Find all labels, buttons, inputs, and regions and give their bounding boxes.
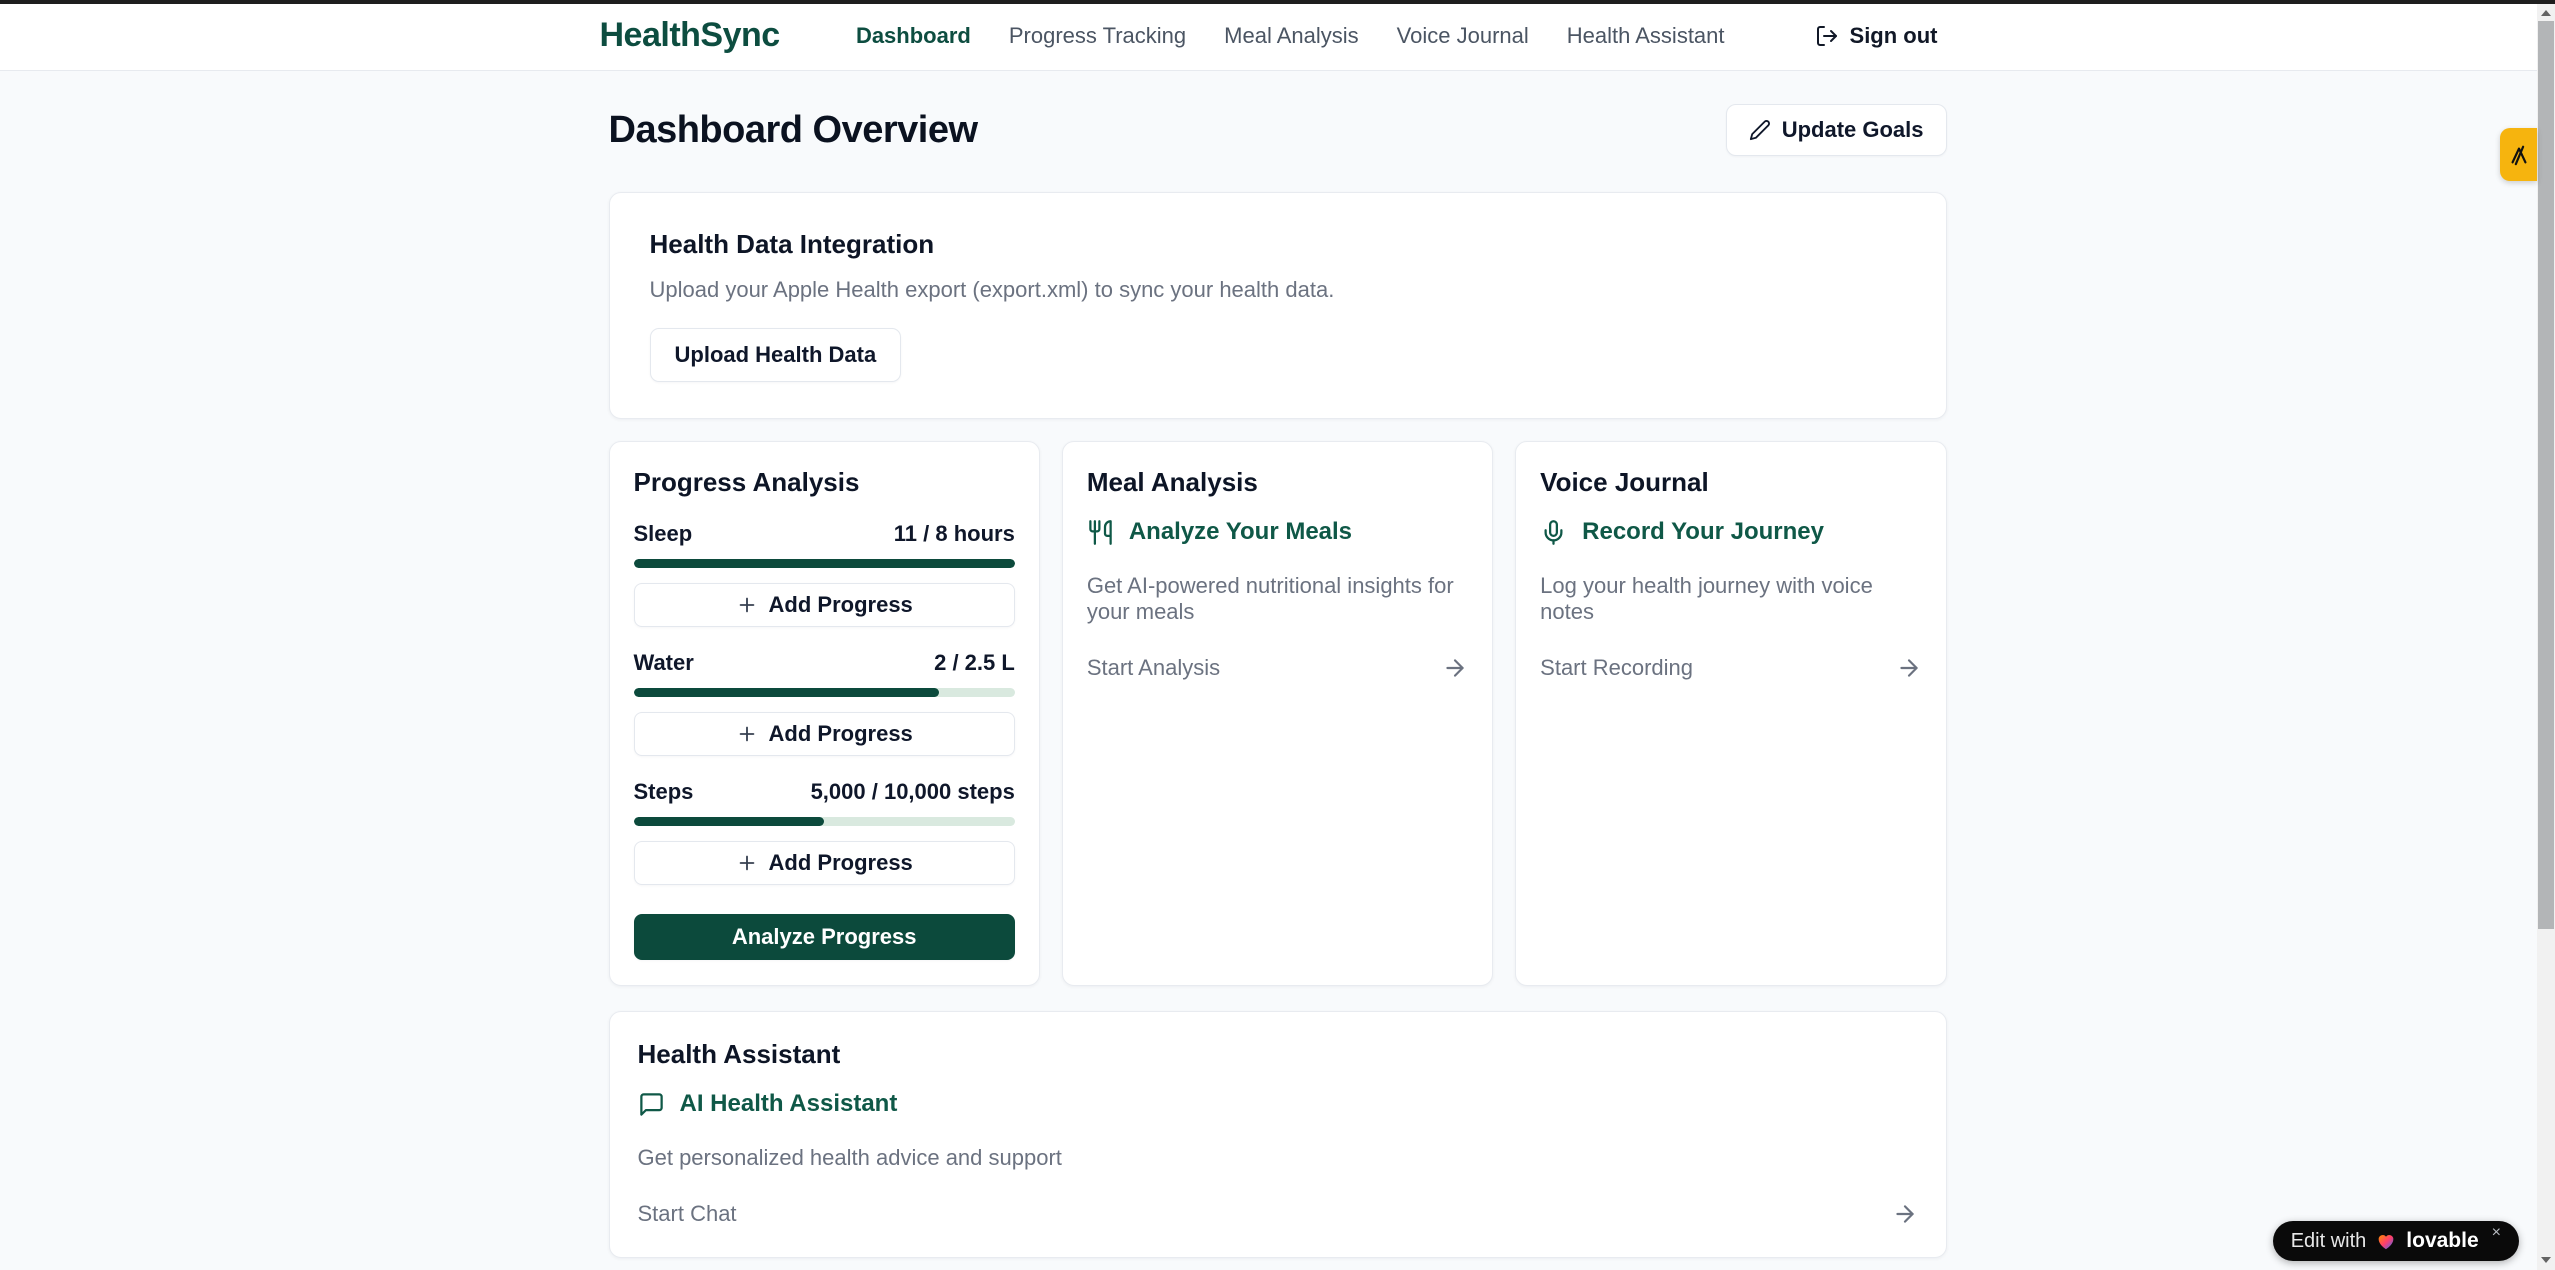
pencil-icon bbox=[1749, 119, 1771, 141]
update-goals-label: Update Goals bbox=[1782, 117, 1924, 143]
add-progress-label: Add Progress bbox=[769, 721, 913, 747]
app-logo: HealthSync bbox=[600, 16, 780, 55]
progress-analysis-title: Progress Analysis bbox=[634, 467, 1015, 498]
arrow-right-icon bbox=[1442, 655, 1468, 681]
water-progress-fill bbox=[634, 688, 939, 697]
vertical-scrollbar[interactable] bbox=[2537, 0, 2555, 1270]
steps-label: Steps bbox=[634, 779, 694, 805]
add-progress-sleep-button[interactable]: Add Progress bbox=[634, 583, 1015, 627]
sign-out-label: Sign out bbox=[1850, 23, 1938, 49]
scrollbar-thumb[interactable] bbox=[2538, 21, 2554, 929]
start-chat-label: Start Chat bbox=[638, 1201, 737, 1227]
lovable-sidebar-badge[interactable] bbox=[2500, 128, 2537, 181]
sleep-value: 11 / 8 hours bbox=[894, 521, 1015, 547]
scroll-down-arrow-icon[interactable] bbox=[2537, 1251, 2555, 1268]
nav-voice-journal[interactable]: Voice Journal bbox=[1397, 23, 1529, 49]
health-assistant-description: Get personalized health advice and suppo… bbox=[638, 1145, 1918, 1171]
record-your-journey-link[interactable]: Record Your Journey bbox=[1540, 518, 1921, 546]
add-progress-label: Add Progress bbox=[769, 850, 913, 876]
sleep-progress-fill bbox=[634, 559, 1015, 568]
sleep-progress-bar bbox=[634, 559, 1015, 568]
feature-row: Progress Analysis Sleep 11 / 8 hours Add… bbox=[609, 441, 1947, 986]
sleep-tracker: Sleep 11 / 8 hours Add Progress bbox=[634, 521, 1015, 627]
voice-journal-card: Voice Journal Record Your Journey Log yo… bbox=[1515, 441, 1946, 986]
steps-progress-bar bbox=[634, 817, 1015, 826]
plus-icon bbox=[736, 723, 758, 745]
steps-progress-fill bbox=[634, 817, 825, 826]
nav-dashboard[interactable]: Dashboard bbox=[856, 23, 971, 49]
water-label: Water bbox=[634, 650, 694, 676]
page-title: Dashboard Overview bbox=[609, 109, 978, 152]
browser-top-strip bbox=[0, 0, 2555, 4]
chat-bubble-icon bbox=[638, 1091, 665, 1118]
nav-meal-analysis[interactable]: Meal Analysis bbox=[1224, 23, 1359, 49]
water-value: 2 / 2.5 L bbox=[934, 650, 1015, 676]
add-progress-steps-button[interactable]: Add Progress bbox=[634, 841, 1015, 885]
start-analysis-label: Start Analysis bbox=[1087, 655, 1220, 681]
ai-health-assistant-label: AI Health Assistant bbox=[680, 1090, 898, 1118]
steps-tracker: Steps 5,000 / 10,000 steps Add Progress bbox=[634, 779, 1015, 885]
edit-with-lovable-badge[interactable]: Edit with lovable × bbox=[2273, 1221, 2519, 1261]
start-analysis-button[interactable]: Start Analysis bbox=[1087, 655, 1468, 681]
plus-icon bbox=[736, 852, 758, 874]
arrow-right-icon bbox=[1892, 1201, 1918, 1227]
health-assistant-card: Health Assistant AI Health Assistant Get… bbox=[609, 1011, 1947, 1258]
voice-journal-description: Log your health journey with voice notes bbox=[1540, 573, 1921, 625]
utensils-icon bbox=[1087, 519, 1114, 546]
meal-analysis-title: Meal Analysis bbox=[1087, 467, 1468, 498]
add-progress-water-button[interactable]: Add Progress bbox=[634, 712, 1015, 756]
sign-out-button[interactable]: Sign out bbox=[1815, 23, 1938, 49]
microphone-icon bbox=[1540, 519, 1567, 546]
start-recording-button[interactable]: Start Recording bbox=[1540, 655, 1921, 681]
progress-analysis-card: Progress Analysis Sleep 11 / 8 hours Add… bbox=[609, 441, 1040, 986]
start-recording-label: Start Recording bbox=[1540, 655, 1693, 681]
plus-icon bbox=[736, 594, 758, 616]
add-progress-label: Add Progress bbox=[769, 592, 913, 618]
arrow-right-icon bbox=[1896, 655, 1922, 681]
water-tracker: Water 2 / 2.5 L Add Progress bbox=[634, 650, 1015, 756]
meal-analysis-description: Get AI-powered nutritional insights for … bbox=[1087, 573, 1468, 625]
upload-health-data-button[interactable]: Upload Health Data bbox=[650, 328, 902, 382]
steps-value: 5,000 / 10,000 steps bbox=[811, 779, 1015, 805]
health-assistant-title: Health Assistant bbox=[638, 1039, 1918, 1070]
start-chat-button[interactable]: Start Chat bbox=[638, 1201, 1918, 1227]
health-data-integration-card: Health Data Integration Upload your Appl… bbox=[609, 192, 1947, 419]
voice-journal-title: Voice Journal bbox=[1540, 467, 1921, 498]
sleep-label: Sleep bbox=[634, 521, 693, 547]
nav-health-assistant[interactable]: Health Assistant bbox=[1567, 23, 1725, 49]
analyze-your-meals-link[interactable]: Analyze Your Meals bbox=[1087, 518, 1468, 546]
lovable-prefix-label: Edit with bbox=[2291, 1230, 2367, 1253]
nav-progress-tracking[interactable]: Progress Tracking bbox=[1009, 23, 1186, 49]
lovable-logo-icon bbox=[2508, 144, 2530, 166]
meal-analysis-card: Meal Analysis Analyze Your Meals Get AI-… bbox=[1062, 441, 1493, 986]
integration-description: Upload your Apple Health export (export.… bbox=[650, 277, 1906, 303]
scroll-up-arrow-icon[interactable] bbox=[2537, 4, 2555, 21]
app-header: HealthSync Dashboard Progress Tracking M… bbox=[0, 0, 2537, 71]
logout-icon bbox=[1815, 24, 1839, 48]
analyze-progress-button[interactable]: Analyze Progress bbox=[634, 914, 1015, 960]
integration-title: Health Data Integration bbox=[650, 229, 1906, 260]
main-nav: Dashboard Progress Tracking Meal Analysi… bbox=[856, 23, 1938, 49]
record-your-journey-label: Record Your Journey bbox=[1582, 518, 1824, 546]
lovable-brand-label: lovable bbox=[2406, 1229, 2478, 1253]
update-goals-button[interactable]: Update Goals bbox=[1726, 104, 1947, 156]
water-progress-bar bbox=[634, 688, 1015, 697]
ai-health-assistant-link[interactable]: AI Health Assistant bbox=[638, 1090, 1918, 1118]
dashboard-page: Dashboard Overview Update Goals Health D… bbox=[609, 71, 1947, 1270]
close-icon[interactable]: × bbox=[2492, 1224, 2501, 1242]
analyze-your-meals-label: Analyze Your Meals bbox=[1129, 518, 1352, 546]
heart-icon bbox=[2375, 1230, 2397, 1252]
